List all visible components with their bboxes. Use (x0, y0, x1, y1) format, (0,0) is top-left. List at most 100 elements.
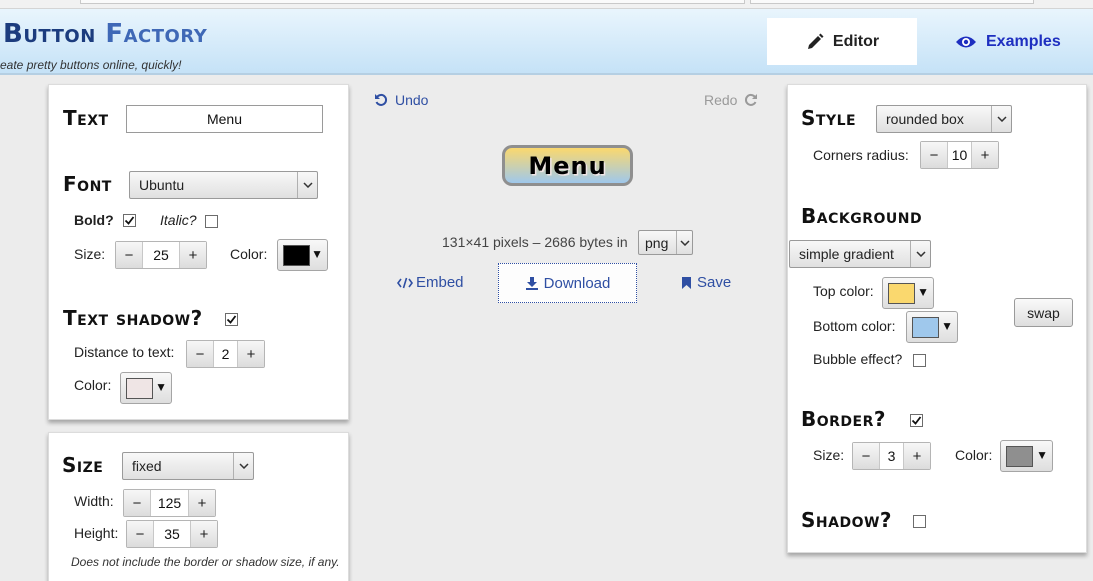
italic-label: Italic? (160, 212, 197, 228)
background-select-value: simple gradient (799, 246, 894, 262)
style-select[interactable]: rounded box (876, 105, 1012, 133)
pencil-icon (807, 33, 824, 49)
browser-search-bar[interactable] (750, 0, 1034, 4)
text-color-picker[interactable]: ▼ (277, 239, 328, 271)
border-size-stepper: − 3 + (852, 442, 931, 470)
tab-editor[interactable]: Editor (767, 18, 917, 65)
bold-label: Bold? (74, 212, 114, 228)
embed-link[interactable]: Embed (397, 274, 464, 291)
text-shadow-section-title: Text shadow? (63, 306, 203, 330)
shadow-distance-stepper: − 2 + (186, 340, 265, 368)
size-section-title: Size (62, 453, 104, 477)
italic-checkbox[interactable] (205, 215, 218, 228)
button-text-input[interactable]: Menu (126, 105, 323, 133)
redo-button[interactable]: Redo (704, 92, 758, 108)
shadow-distance-decrement[interactable]: − (187, 341, 213, 367)
size-mode-select[interactable]: fixed (122, 452, 254, 480)
text-color-label: Color: (230, 246, 268, 262)
shadow-color-label: Color: (74, 377, 112, 393)
undo-label: Undo (395, 92, 429, 108)
width-stepper: − 125 + (123, 489, 216, 517)
font-size-label: Size: (74, 246, 106, 262)
chevron-down-icon (233, 453, 253, 479)
download-label: Download (543, 274, 611, 292)
button-preview-text: Menu (528, 151, 607, 180)
bubble-effect-checkbox[interactable] (913, 354, 926, 367)
shadow-checkbox[interactable] (913, 515, 926, 528)
bubble-effect-label: Bubble effect? (813, 351, 903, 367)
height-increment[interactable]: + (191, 521, 217, 547)
width-label: Width: (74, 493, 114, 509)
button-preview: Menu (502, 145, 633, 186)
tab-editor-label: Editor (832, 32, 880, 50)
caret-down-icon: ▼ (1036, 448, 1048, 462)
border-checkbox[interactable] (910, 414, 923, 427)
embed-label: Embed (416, 274, 464, 291)
border-color-swatch (1006, 446, 1033, 467)
save-link[interactable]: Save (681, 274, 731, 291)
redo-icon (745, 93, 758, 106)
shadow-section-title: Shadow? (801, 508, 893, 532)
width-increment[interactable]: + (189, 490, 215, 516)
width-value[interactable]: 125 (150, 490, 189, 516)
font-size-stepper: − 25 + (115, 241, 207, 269)
chevron-down-icon (297, 172, 317, 198)
download-button[interactable]: Download (498, 263, 637, 303)
height-value[interactable]: 35 (153, 521, 191, 547)
browser-address-bar[interactable] (80, 0, 745, 4)
height-decrement[interactable]: − (127, 521, 153, 547)
bottom-color-label: Bottom color: (813, 318, 896, 334)
border-size-label: Size: (813, 447, 845, 463)
border-section-title: Border? (801, 407, 886, 431)
top-color-label: Top color: (813, 283, 874, 299)
bold-checkbox[interactable] (123, 214, 136, 227)
top-color-picker[interactable]: ▼ (882, 277, 934, 309)
undo-button[interactable]: Undo (374, 92, 428, 108)
text-color-swatch (283, 245, 310, 266)
check-icon (226, 315, 237, 324)
check-icon (911, 416, 922, 425)
height-stepper: − 35 + (126, 520, 218, 548)
background-section-title: Background (801, 204, 923, 228)
shadow-distance-increment[interactable]: + (238, 341, 264, 367)
top-color-swatch (888, 283, 915, 304)
font-size-increment[interactable]: + (180, 242, 206, 268)
format-select[interactable]: png (638, 230, 693, 255)
font-size-value[interactable]: 25 (142, 242, 180, 268)
corners-radius-label: Corners radius: (813, 147, 909, 163)
bookmark-icon (682, 276, 691, 289)
shadow-color-picker[interactable]: ▼ (120, 372, 172, 404)
background-select[interactable]: simple gradient (789, 240, 931, 268)
border-size-increment[interactable]: + (904, 443, 930, 469)
site-logo[interactable]: Button Factory (3, 19, 207, 49)
text-shadow-checkbox[interactable] (225, 313, 238, 326)
download-icon (525, 277, 538, 290)
corners-radius-decrement[interactable]: − (921, 142, 947, 168)
swap-colors-button[interactable]: swap (1014, 298, 1073, 327)
undo-icon (375, 93, 388, 106)
corners-radius-increment[interactable]: + (972, 142, 998, 168)
shadow-color-swatch (126, 378, 153, 399)
tab-examples[interactable]: Examples (955, 33, 1061, 51)
logo-word-1: Button (3, 19, 96, 49)
font-select[interactable]: Ubuntu (129, 171, 318, 199)
save-label: Save (697, 274, 732, 291)
chevron-down-icon (910, 241, 930, 267)
caret-down-icon: ▼ (917, 285, 929, 299)
corners-radius-value[interactable]: 10 (947, 142, 972, 168)
height-label: Height: (74, 525, 119, 541)
width-decrement[interactable]: − (124, 490, 150, 516)
shadow-distance-value[interactable]: 2 (213, 341, 238, 367)
site-header: Button Factory eate pretty buttons onlin… (0, 9, 1093, 75)
check-icon (124, 216, 135, 225)
border-color-picker[interactable]: ▼ (1000, 440, 1053, 472)
style-select-value: rounded box (886, 111, 964, 127)
border-size-value[interactable]: 3 (879, 443, 904, 469)
browser-top-strip (0, 0, 1093, 9)
font-size-decrement[interactable]: − (116, 242, 142, 268)
bottom-color-picker[interactable]: ▼ (906, 311, 958, 343)
redo-label: Redo (704, 92, 738, 108)
size-mode-value: fixed (132, 458, 162, 474)
border-size-decrement[interactable]: − (853, 443, 879, 469)
shadow-distance-label: Distance to text: (74, 344, 175, 360)
